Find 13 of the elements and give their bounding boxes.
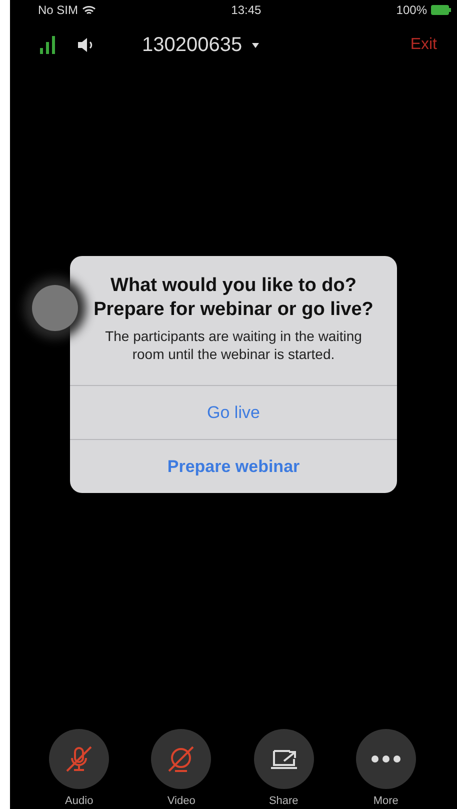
meeting-id[interactable]: 130200635 <box>142 34 242 56</box>
toolbar-label: Share <box>268 795 298 807</box>
toolbar-label: Video <box>167 795 196 807</box>
toolbar-label: More <box>373 795 398 807</box>
dialog-action-button[interactable]: Prepare webinar <box>70 439 397 494</box>
dialog-title: What would you like to do? Prepare for webinar or go live? <box>92 274 374 322</box>
dialog-action-button[interactable]: Go live <box>70 385 397 440</box>
toolbar-label: Audio <box>65 795 94 807</box>
battery-percentage: 100% <box>396 3 427 17</box>
clock-time: 13:45 <box>231 3 262 17</box>
exit-button[interactable]: Exit <box>404 35 443 55</box>
carrier-text: No SIM <box>38 3 78 17</box>
dialog-message: The participants are waiting in the waiting room until the webinar is started. <box>104 327 363 364</box>
